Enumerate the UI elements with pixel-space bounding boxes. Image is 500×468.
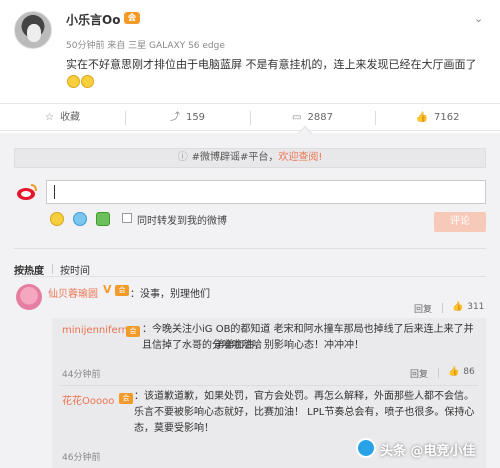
- image-icon[interactable]: [96, 212, 110, 226]
- reply-text-continued: 弟弟加油，别影响心态！冲冲冲！: [214, 340, 364, 351]
- verified-v-icon: V: [103, 283, 112, 296]
- repost-label: 同时转发到我的微博: [137, 216, 227, 227]
- post-meta: 50分钟前 来自 三星 GALAXY S6 edge: [66, 41, 225, 51]
- like-button[interactable]: 👍 7162: [375, 104, 500, 132]
- notice-link[interactable]: 欢迎查阅!: [278, 152, 322, 163]
- emoji-icon[interactable]: [50, 212, 64, 226]
- vip-badge-icon: 会: [124, 12, 140, 24]
- reply-user[interactable]: minijenniferm: [62, 325, 131, 336]
- comment-like-button[interactable]: 👍 311: [452, 302, 484, 312]
- reply-like-button[interactable]: 👍 86: [448, 367, 475, 377]
- text-caret: [54, 185, 55, 199]
- reply-user[interactable]: 花花Ooooo: [62, 392, 114, 407]
- thumbs-up-icon: 👍: [415, 112, 428, 123]
- sort-by-hot-tab[interactable]: 按热度: [14, 262, 44, 277]
- post-content: 实在不好意思刚才排位由于电脑蓝屏 不是有意挂机的，连上来发现已经在大厅画面了: [66, 56, 486, 92]
- vip-badge-icon: 会: [115, 285, 129, 296]
- vip-badge-icon: 会: [119, 393, 133, 404]
- thumbs-up-icon: 👍: [448, 367, 460, 377]
- weibo-logo-icon: [17, 184, 37, 200]
- repost-icon: ⤴: [169, 112, 180, 123]
- comment-input[interactable]: [46, 180, 486, 204]
- divider: [14, 248, 486, 249]
- commenter-avatar[interactable]: [16, 284, 42, 310]
- reply-time: 44分钟前: [62, 370, 101, 380]
- author-avatar[interactable]: [14, 11, 52, 49]
- sort-by-time-tab[interactable]: 按时间: [60, 262, 90, 277]
- divider: [14, 276, 486, 277]
- repost-checkbox[interactable]: [122, 213, 132, 223]
- commenter-name[interactable]: 仙贝蓉瑜圆: [48, 285, 98, 300]
- rumor-notice: ⓘ #微博辟谣#平台，欢迎查阅!: [14, 148, 486, 168]
- star-icon: ☆: [45, 112, 54, 123]
- post-action-bar: ☆ 收藏 ⤴ 159 ▭ 2887 👍 7162: [0, 103, 500, 131]
- reply-text: ：该道歉道歉，如果处罚，官方会处罚。再怎么解释，外面那些人都不会信。乐言不要被影…: [134, 391, 475, 434]
- vip-badge-icon: 会: [126, 326, 140, 337]
- comment-text: ：没事，别理他们: [130, 289, 210, 300]
- favorite-button[interactable]: ☆ 收藏: [0, 104, 125, 132]
- author-name[interactable]: 小乐言Oo: [66, 11, 120, 28]
- reply-time: 46分钟前: [62, 453, 101, 463]
- laugh-emoji-icon: [67, 75, 80, 88]
- info-icon: ⓘ: [177, 152, 188, 163]
- toutiao-logo-icon: [356, 438, 376, 458]
- topic-icon[interactable]: [73, 212, 87, 226]
- comment-button[interactable]: ▭ 2887: [250, 104, 375, 132]
- reply-button[interactable]: 回复: [410, 367, 428, 380]
- chevron-down-icon[interactable]: ⌄: [474, 12, 483, 25]
- thumbs-up-icon: 👍: [452, 302, 464, 312]
- submit-comment-button[interactable]: 评论: [434, 212, 486, 232]
- reply-button[interactable]: 回复: [414, 302, 432, 315]
- comment-icon: ▭: [292, 112, 302, 123]
- divider: [52, 264, 53, 274]
- divider: [60, 385, 478, 386]
- repost-button[interactable]: ⤴ 159: [125, 104, 250, 132]
- laugh-emoji-icon: [81, 75, 94, 88]
- watermark: 头条 @电竞小佳: [380, 444, 476, 459]
